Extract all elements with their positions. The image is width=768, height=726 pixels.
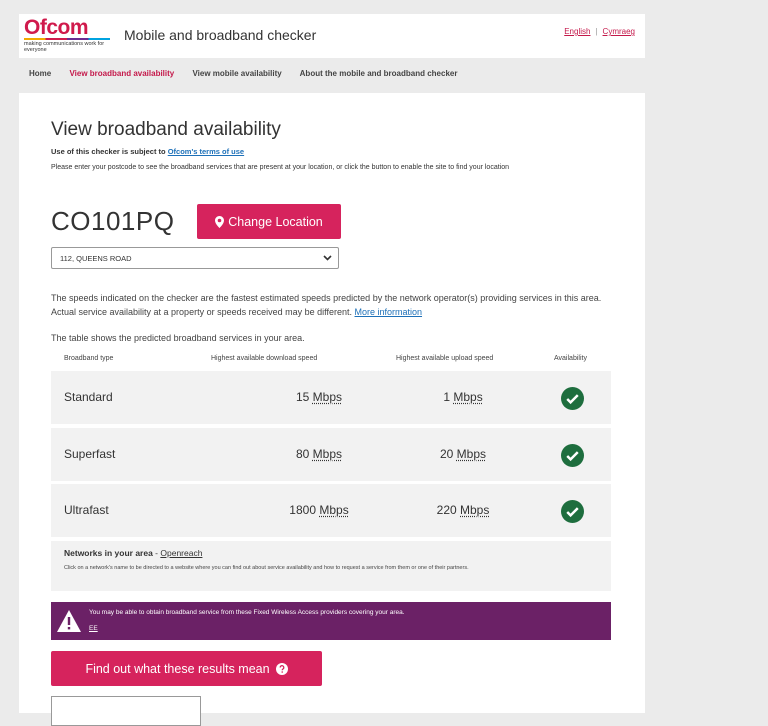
check-circle-icon — [561, 444, 584, 467]
row-type: Ultrafast — [64, 503, 109, 517]
address-selected-value: 112, QUEENS ROAD — [60, 253, 132, 263]
upload-unit[interactable]: Mbps — [453, 390, 482, 404]
terms-notice: Use of this checker is subject to Ofcom'… — [51, 147, 244, 156]
chevron-down-icon — [323, 255, 332, 261]
language-switcher: English | Cymraeg — [564, 27, 635, 36]
change-location-button[interactable]: Change Location — [197, 204, 341, 239]
check-circle-icon — [561, 500, 584, 523]
col-header-upload: Highest available upload speed — [396, 355, 494, 362]
fwa-message: You may be able to obtain broadband serv… — [89, 609, 405, 616]
find-out-label: Find out what these results mean — [85, 661, 270, 676]
address-select[interactable]: 112, QUEENS ROAD — [51, 247, 339, 269]
row-type: Superfast — [64, 447, 116, 461]
upload-value: 1 — [443, 390, 450, 404]
nav-about[interactable]: About the mobile and broadband checker — [300, 69, 458, 78]
intro-text: Please enter your postcode to see the br… — [51, 164, 510, 171]
download-value: 80 — [295, 447, 310, 461]
row-download: 1800 Mbps — [239, 503, 399, 517]
content-card: View broadband availability Use of this … — [19, 93, 645, 726]
download-value: 1800 — [289, 503, 316, 517]
postcode-display: CO101PQ — [51, 206, 175, 236]
lang-welsh-link[interactable]: Cymraeg — [603, 27, 635, 36]
speeds-disclaimer: The speeds indicated on the checker are … — [51, 291, 611, 319]
row-upload: 20 Mbps — [401, 447, 525, 461]
networks-panel: Networks in your area - Openreach Click … — [51, 541, 611, 591]
row-download: 15 Mbps — [239, 390, 399, 404]
upload-value: 20 — [439, 447, 454, 461]
main-nav: Home View broadband availability View mo… — [29, 69, 473, 78]
download-unit[interactable]: Mbps — [313, 390, 342, 404]
networks-description: Click on a network's name to be directed… — [64, 565, 469, 571]
row-download: 80 Mbps — [239, 447, 399, 461]
networks-label: Networks in your area - Openreach — [64, 548, 202, 558]
col-header-download: Highest available download speed — [211, 355, 318, 362]
map-marker-icon — [215, 215, 225, 228]
table-row: Superfast 80 Mbps 20 Mbps — [51, 428, 611, 483]
warning-triangle-icon — [57, 610, 81, 632]
table-header: Broadband type Highest available downloa… — [51, 355, 611, 369]
openreach-link[interactable]: Openreach — [160, 548, 202, 558]
terms-link[interactable]: Ofcom's terms of use — [168, 147, 244, 156]
col-header-availability: Availability — [554, 355, 587, 362]
page-title: View broadband availability — [51, 119, 281, 140]
nav-broadband[interactable]: View broadband availability — [69, 69, 174, 78]
upload-value: 220 — [436, 503, 457, 517]
networks-heading: Networks in your area — [64, 548, 153, 558]
logo-wordmark: Ofcom — [24, 16, 89, 39]
logo-tagline: making communications work for everyone — [24, 41, 105, 53]
row-type: Standard — [64, 390, 113, 404]
download-unit[interactable]: Mbps — [313, 447, 342, 461]
logo-color-bar — [24, 38, 110, 40]
fwa-provider-link[interactable]: EE — [89, 625, 98, 632]
app-title: Mobile and broadband checker — [124, 27, 317, 43]
col-header-type: Broadband type — [64, 355, 114, 362]
lang-english-link[interactable]: English — [564, 27, 590, 36]
question-circle-icon — [275, 662, 288, 675]
table-intro: The table shows the predicted broadband … — [51, 333, 305, 343]
ofcom-logo[interactable]: Ofcom making communications work for eve… — [24, 17, 114, 55]
check-circle-icon — [561, 387, 584, 410]
find-out-results-button[interactable]: Find out what these results mean — [51, 651, 322, 686]
download-unit[interactable]: Mbps — [319, 503, 348, 517]
row-upload: 1 Mbps — [401, 390, 525, 404]
nav-home[interactable]: Home — [29, 69, 51, 78]
lang-separator: | — [595, 27, 598, 36]
table-row: Standard 15 Mbps 1 Mbps — [51, 371, 611, 426]
row-upload: 220 Mbps — [401, 503, 525, 517]
upload-unit[interactable]: Mbps — [460, 503, 489, 517]
secondary-button-partial[interactable] — [51, 696, 201, 726]
more-information-link[interactable]: More information — [355, 307, 423, 317]
download-value: 15 — [295, 390, 310, 404]
upload-unit[interactable]: Mbps — [457, 447, 486, 461]
change-location-label: Change Location — [228, 214, 323, 229]
speeds-disclaimer-text: The speeds indicated on the checker are … — [51, 293, 602, 317]
site-header: Ofcom making communications work for eve… — [19, 14, 645, 58]
table-row: Ultrafast 1800 Mbps 220 Mbps — [51, 484, 611, 539]
nav-mobile[interactable]: View mobile availability — [192, 69, 281, 78]
terms-prefix: Use of this checker is subject to — [51, 147, 168, 156]
fwa-banner: You may be able to obtain broadband serv… — [51, 602, 611, 640]
